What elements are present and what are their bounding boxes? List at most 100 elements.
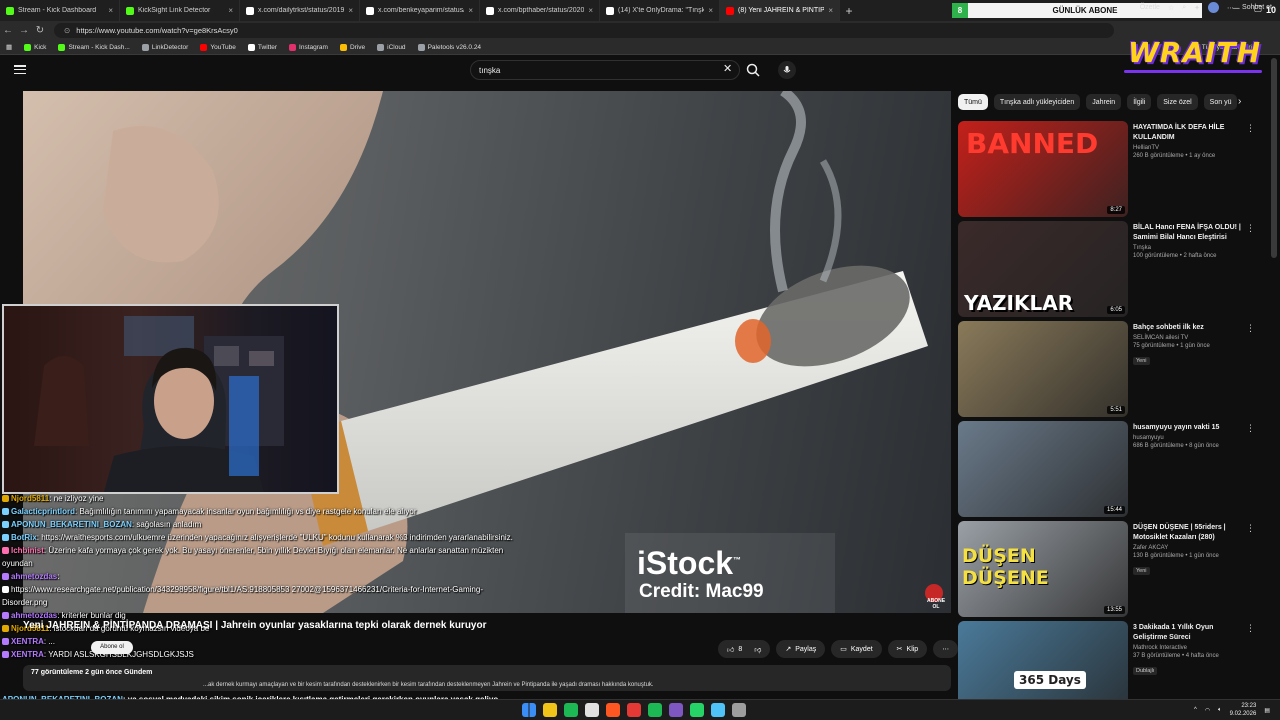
- bookmark-item[interactable]: Kick: [24, 43, 46, 51]
- browser-tab[interactable]: (8) Yeni JAHREIN & PİNTİPANDA D×: [720, 0, 840, 21]
- menu-dots-icon[interactable]: ⋯: [1227, 4, 1234, 12]
- tray-expand-icon[interactable]: ^: [1194, 707, 1197, 713]
- star-icon[interactable]: ☆: [1168, 4, 1174, 12]
- recommended-video[interactable]: DÜŞEN DÜŞENE 13:55 DÜŞEN DÜŞENE | 55riders…: [958, 521, 1258, 617]
- filter-chip[interactable]: Jahrein: [1086, 94, 1122, 110]
- close-icon[interactable]: ×: [228, 6, 233, 15]
- more-vert-icon[interactable]: ⋮: [1246, 623, 1255, 634]
- notification-icon[interactable]: ▤: [1264, 707, 1270, 714]
- whatsapp-icon[interactable]: [690, 703, 704, 717]
- subscribe-corner-badge[interactable]: ABONE OL: [925, 584, 945, 610]
- forward-arrow-icon[interactable]: →: [16, 25, 32, 36]
- search-input[interactable]: tınşka: [470, 60, 740, 80]
- browser-tab[interactable]: x.com/benkeyaparim/status/2019×: [360, 0, 480, 21]
- bookmark-item[interactable]: Stream - Kick Dash...: [58, 43, 130, 51]
- video-info[interactable]: husamyuyu yayın vakti 15 husamyuyu 686 B g…: [1133, 423, 1243, 449]
- scrollbar[interactable]: [1271, 58, 1277, 258]
- close-icon[interactable]: ×: [108, 6, 113, 15]
- video-info[interactable]: HAYATIMDA İLK DEFA HİLE KULLANDIM Hellian…: [1133, 123, 1243, 159]
- bookmark-item[interactable]: iCloud: [377, 43, 406, 51]
- bookmark-item[interactable]: Instagram: [289, 43, 328, 51]
- bookmark-item[interactable]: Drive: [339, 43, 365, 51]
- video-info[interactable]: 3 Dakikada 1 Yıllık Oyun Geliştirme Süre…: [1133, 623, 1243, 677]
- video-title[interactable]: Bahçe sohbeti ilk kez: [1133, 323, 1243, 333]
- more-vert-icon[interactable]: ⋮: [1246, 423, 1255, 434]
- more-actions-button[interactable]: ⋯: [933, 640, 959, 658]
- video-thumbnail[interactable]: 15:44: [958, 421, 1128, 517]
- browser-tab[interactable]: x.com/dailytrkst/status/2019931×: [240, 0, 360, 21]
- video-info[interactable]: Bahçe sohbeti ilk kez SELİMCAN ailesi TV 7…: [1133, 323, 1243, 367]
- hamburger-menu-icon[interactable]: [14, 65, 26, 74]
- app-icon[interactable]: [585, 703, 599, 717]
- clock[interactable]: 23:23 9.02.2026: [1230, 702, 1257, 718]
- video-description[interactable]: 77 görüntüleme 2 gün önce Gündem ...ak d…: [23, 665, 951, 691]
- close-icon[interactable]: ×: [468, 6, 473, 15]
- close-icon[interactable]: ×: [708, 6, 713, 15]
- site-info-icon[interactable]: ⊙: [64, 26, 70, 35]
- share-button[interactable]: ↗ Paylaş: [776, 640, 826, 658]
- channel-name[interactable]: husamyuyu: [1133, 435, 1243, 441]
- filter-chip[interactable]: Size özel: [1157, 94, 1198, 110]
- volume-icon[interactable]: 🔈︎: [1218, 707, 1222, 714]
- edge-icon[interactable]: [711, 703, 725, 717]
- back-arrow-icon[interactable]: ←: [0, 25, 16, 36]
- recording-icon[interactable]: [627, 703, 641, 717]
- close-icon[interactable]: ×: [828, 6, 833, 15]
- browser-tab[interactable]: (14) X'te OnlyDrama: "Tınşka" adı ×: [600, 0, 720, 21]
- browser-tab[interactable]: KickSight Link Detector ×: [120, 0, 240, 21]
- save-button[interactable]: ▭ Kaydet: [831, 640, 882, 658]
- filter-chip[interactable]: Tınşka adlı yükleyiciden: [993, 94, 1081, 110]
- clear-search-icon[interactable]: ✕: [723, 62, 732, 75]
- discord-icon[interactable]: [669, 703, 683, 717]
- new-tab-icon[interactable]: +: [840, 4, 858, 18]
- more-vert-icon[interactable]: ⋮: [1246, 523, 1255, 534]
- close-icon[interactable]: ×: [588, 6, 593, 15]
- search-icon[interactable]: ⌕: [1182, 4, 1186, 12]
- video-title[interactable]: husamyuyu yayın vakti 15: [1133, 423, 1243, 433]
- channel-name[interactable]: Zafer AKCAY: [1133, 545, 1243, 551]
- settings-icon[interactable]: [732, 703, 746, 717]
- extensions-icon[interactable]: ✦: [1194, 4, 1200, 12]
- reload-icon[interactable]: ↻: [32, 25, 48, 36]
- video-title[interactable]: 3 Dakikada 1 Yıllık Oyun Geliştirme Süre…: [1133, 623, 1243, 643]
- more-vert-icon[interactable]: ⋮: [1246, 223, 1255, 234]
- start-icon[interactable]: [522, 703, 536, 717]
- profile-avatar[interactable]: [1208, 2, 1220, 13]
- thumbs-down-icon[interactable]: 👎︎: [754, 645, 761, 654]
- spotify-icon[interactable]: [564, 703, 578, 717]
- filter-chip[interactable]: Tümü: [958, 94, 988, 110]
- channel-name[interactable]: Tınşka: [1133, 245, 1243, 251]
- more-vert-icon[interactable]: ⋮: [1246, 323, 1255, 334]
- video-title[interactable]: BİLAL Hancı FENA İFŞA OLDU! | Samimi Bil…: [1133, 223, 1243, 243]
- more-vert-icon[interactable]: ⋮: [1246, 123, 1255, 134]
- chat-button[interactable]: Sohbet et: [1242, 4, 1272, 11]
- video-thumbnail[interactable]: DÜŞEN DÜŞENE 13:55: [958, 521, 1128, 617]
- video-info[interactable]: BİLAL Hancı FENA İFŞA OLDU! | Samimi Bil…: [1133, 223, 1243, 259]
- recommended-video[interactable]: BANNED 8:27 HAYATIMDA İLK DEFA HİLE KULLAN…: [958, 121, 1258, 217]
- video-thumbnail[interactable]: YAZIKLAR OLSUN 6:05: [958, 221, 1128, 317]
- bookmark-item[interactable]: Paletools v26.0.24: [417, 43, 481, 51]
- close-icon[interactable]: ×: [348, 6, 353, 15]
- apps-grid-icon[interactable]: ▦: [6, 43, 12, 51]
- summarize-button[interactable]: Özetle: [1140, 4, 1160, 11]
- video-thumbnail[interactable]: BANNED 8:27: [958, 121, 1128, 217]
- subscribe-button[interactable]: Abone ol: [91, 641, 133, 654]
- address-bar[interactable]: ⊙ https://www.youtube.com/watch?v=ge8Krs…: [54, 23, 1114, 38]
- video-info[interactable]: DÜŞEN DÜŞENE | 55riders | Motosiklet Kaz…: [1133, 523, 1243, 577]
- recommended-video[interactable]: YAZIKLAR OLSUN 6:05 BİLAL Hancı FENA İFŞA …: [958, 221, 1258, 317]
- browser-tab[interactable]: x.com/bpthaber/status/2020943×: [480, 0, 600, 21]
- music-icon[interactable]: [648, 703, 662, 717]
- channel-name[interactable]: SELİMCAN ailesi TV: [1133, 335, 1243, 341]
- filter-chip[interactable]: İlgili: [1127, 94, 1152, 110]
- browser-tab[interactable]: Stream - Kick Dashboard ×: [0, 0, 120, 21]
- video-title[interactable]: HAYATIMDA İLK DEFA HİLE KULLANDIM: [1133, 123, 1243, 143]
- bookmark-item[interactable]: YouTube: [200, 43, 236, 51]
- bookmark-item[interactable]: Twitter: [247, 43, 277, 51]
- recommended-video[interactable]: 15:44 husamyuyu yayın vakti 15 husamyuyu 68…: [958, 421, 1258, 517]
- like-button[interactable]: 👍︎ 8 👎︎: [718, 640, 771, 658]
- video-title[interactable]: DÜŞEN DÜŞENE | 55riders | Motosiklet Kaz…: [1133, 523, 1243, 543]
- chevron-right-icon[interactable]: ›: [1238, 96, 1241, 107]
- clip-button[interactable]: ✂ Klip: [887, 640, 928, 658]
- bookmark-item[interactable]: LinkDetector: [141, 43, 188, 51]
- channel-name[interactable]: Mathrock Interactive: [1133, 645, 1243, 651]
